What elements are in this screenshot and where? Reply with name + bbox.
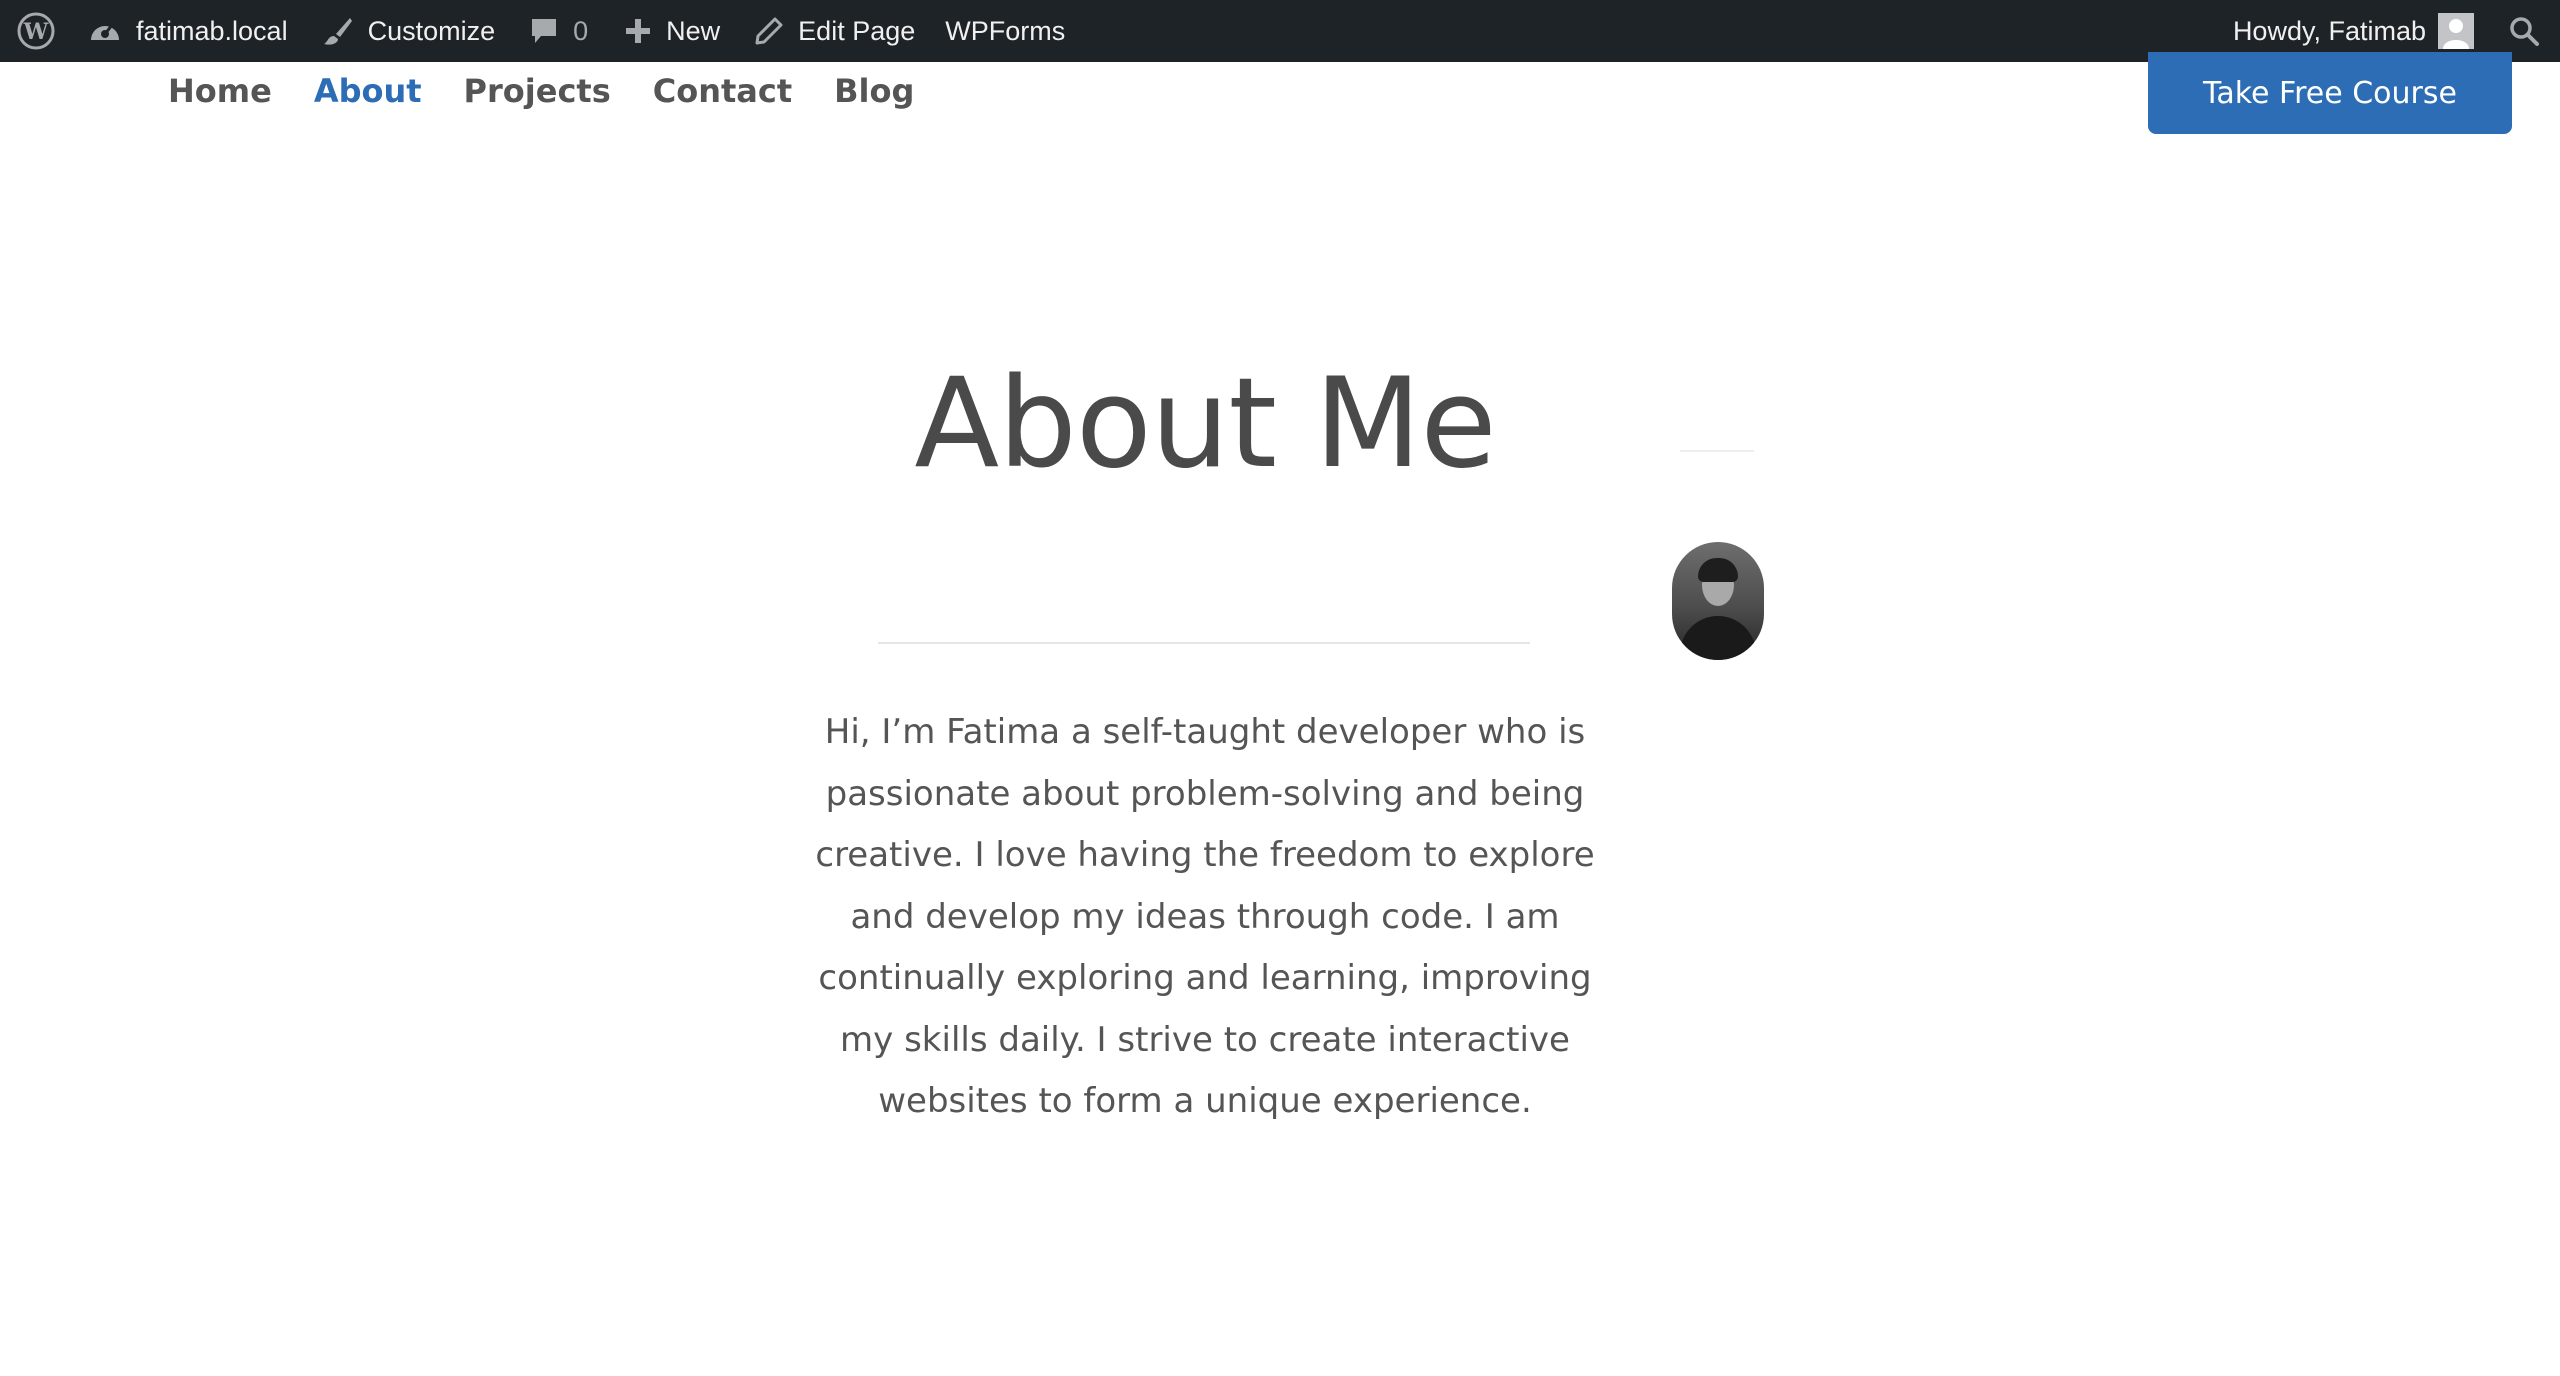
edit-page-label: Edit Page	[798, 15, 916, 46]
svg-text:W: W	[23, 19, 49, 45]
divider	[878, 642, 1530, 644]
nav-item-projects[interactable]: Projects	[464, 72, 611, 110]
wpforms-link[interactable]: WPForms	[945, 0, 1065, 62]
nav-item-blog[interactable]: Blog	[834, 72, 914, 110]
nav-item-about[interactable]: About	[314, 72, 422, 110]
comments-link[interactable]: 0	[529, 0, 588, 62]
new-label: New	[666, 15, 721, 46]
howdy-label: Howdy, Fatimab	[2232, 15, 2426, 46]
divider-short	[1680, 450, 1754, 452]
wordpress-logo-icon: W	[17, 12, 55, 50]
plus-icon	[624, 17, 652, 45]
nav-item-home[interactable]: Home	[168, 72, 272, 110]
nav-item-contact[interactable]: Contact	[653, 72, 792, 110]
wordpress-logo-button[interactable]: W	[4, 0, 68, 62]
site-name-label: fatimab.local	[136, 15, 288, 46]
search-icon	[2510, 17, 2539, 46]
bio-paragraph: Hi, I’m Fatima a self-taught developer w…	[815, 712, 1595, 1121]
site-name-link[interactable]: fatimab.local	[88, 0, 288, 62]
brush-icon	[322, 15, 354, 47]
dashboard-icon	[88, 16, 122, 46]
pencil-icon	[754, 16, 784, 46]
comments-count: 0	[573, 15, 589, 46]
wpforms-label: WPForms	[945, 15, 1066, 46]
customize-link[interactable]: Customize	[322, 0, 496, 62]
take-free-course-button[interactable]: Take Free Course	[2148, 52, 2512, 134]
avatar[interactable]	[2438, 13, 2474, 49]
customize-label: Customize	[367, 15, 496, 46]
primary-navigation: Home About Projects Contact Blog	[168, 68, 956, 114]
page-title: About Me	[914, 352, 1496, 496]
new-content-link[interactable]: New	[624, 0, 720, 62]
comment-icon	[529, 16, 559, 46]
profile-photo	[1672, 542, 1764, 660]
edit-page-link[interactable]: Edit Page	[754, 0, 915, 62]
